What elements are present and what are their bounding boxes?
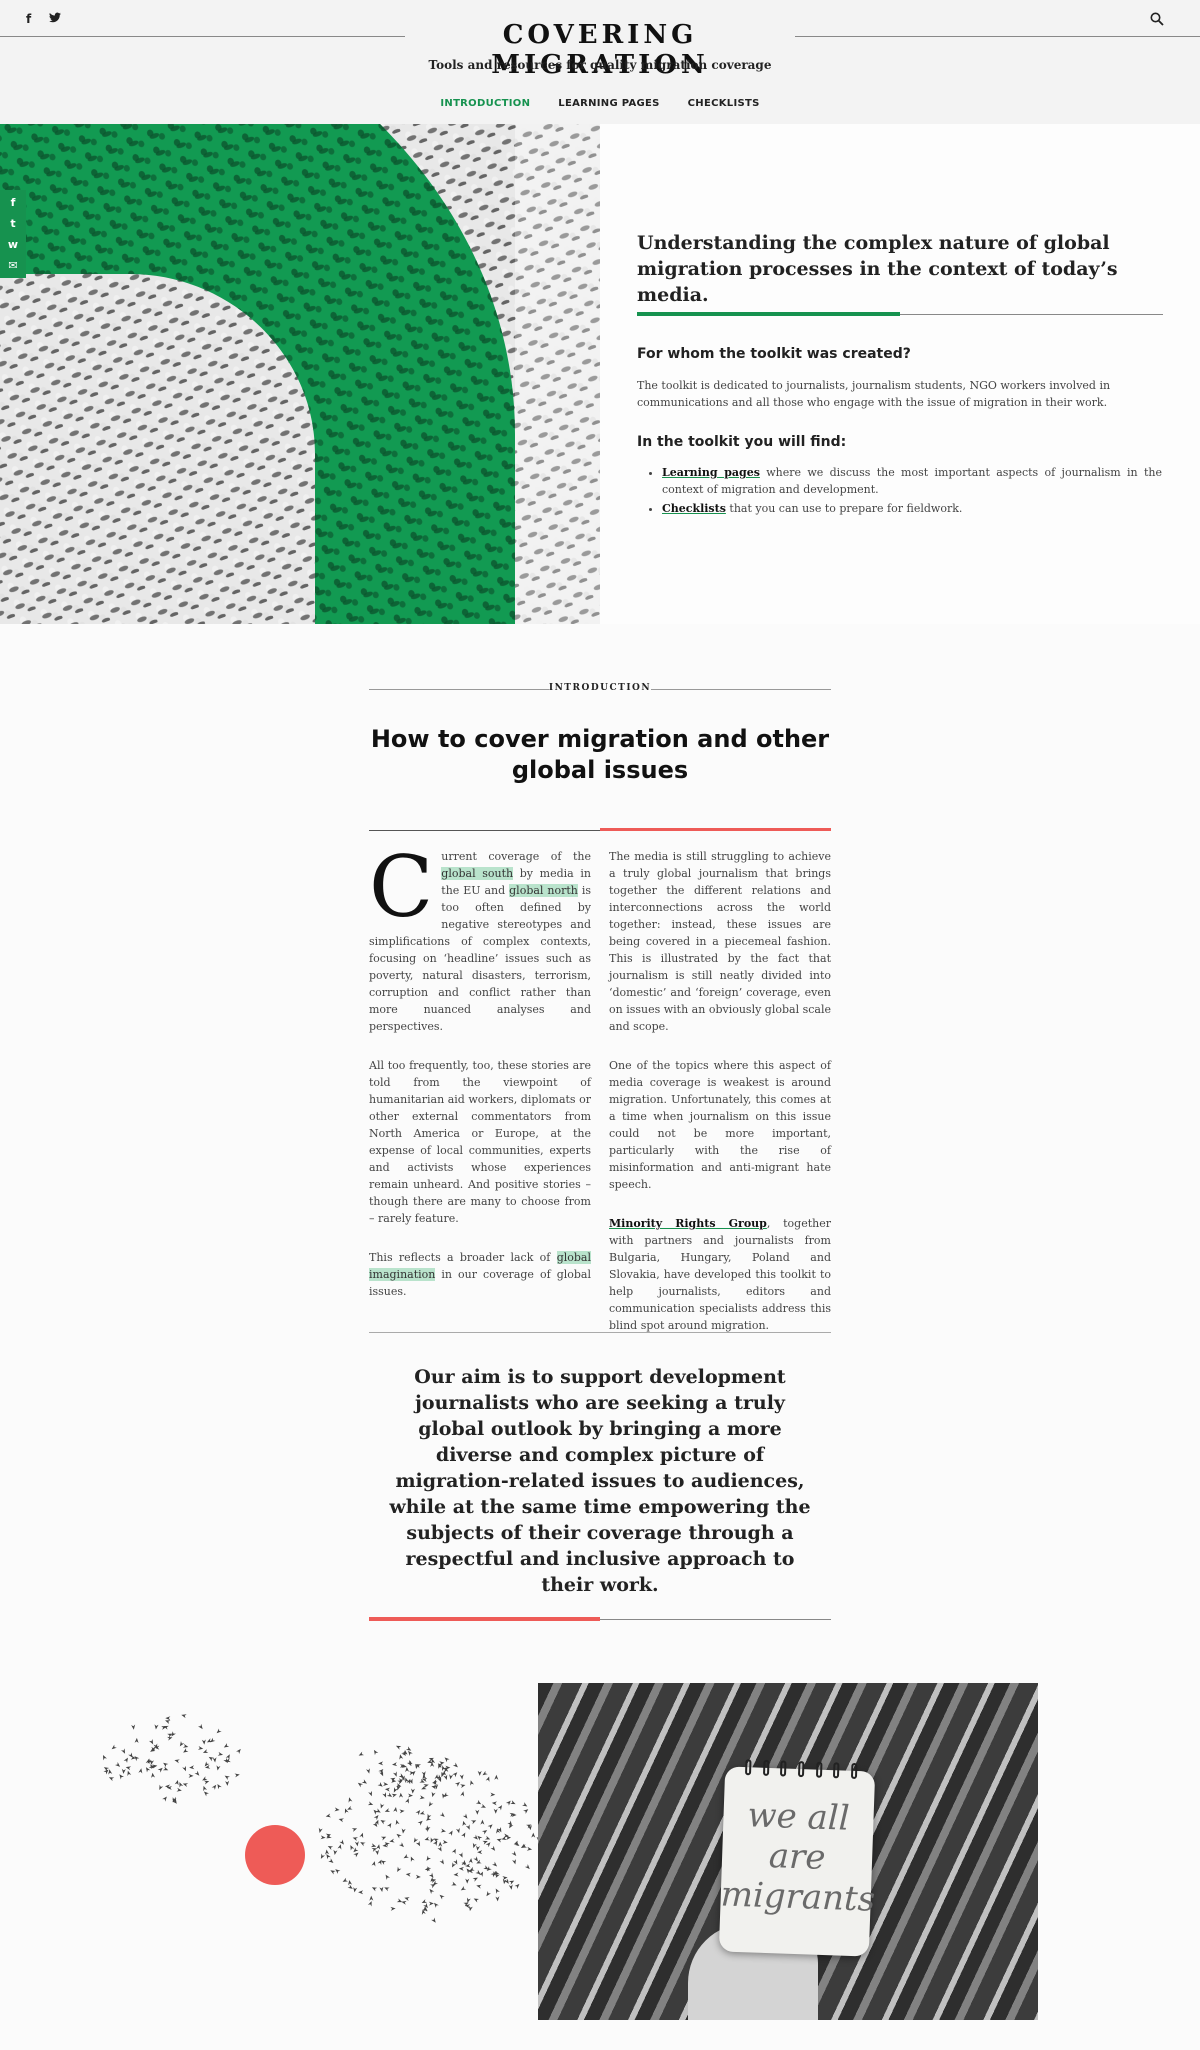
highlight-global-south[interactable]: global south xyxy=(441,867,514,880)
email-icon[interactable]: ✉ xyxy=(8,257,17,274)
red-dot xyxy=(245,1825,305,1885)
pull-quote: Our aim is to support development journa… xyxy=(389,1366,811,1596)
section-label: INTRODUCTION xyxy=(369,682,831,698)
quote-divider-top xyxy=(369,1332,831,1333)
text: This reflects a broader lack of xyxy=(369,1251,557,1264)
section-label-text: INTRODUCTION xyxy=(548,683,652,693)
text: , together with partners and journalists… xyxy=(609,1217,831,1332)
minority-rights-group-link[interactable]: Minority Rights Group xyxy=(609,1217,767,1230)
we-all-are-migrants-photo: we all are migrants xyxy=(538,1683,1038,2020)
label-rule-right xyxy=(651,689,831,690)
main-nav: INTRODUCTION LEARNING PAGES CHECKLISTS xyxy=(0,98,1200,109)
share-bar: f t w ✉ xyxy=(0,190,26,278)
article-column-left: Current coverage of the global south by … xyxy=(369,838,591,1322)
note-line: are xyxy=(768,1836,827,1878)
paragraph: Current coverage of the global south by … xyxy=(369,838,591,1035)
paragraph: The media is still struggling to achieve… xyxy=(609,850,831,1033)
paragraph: All too frequently, too, these stories a… xyxy=(369,1059,591,1225)
for-whom-heading: For whom the toolkit was created? xyxy=(637,346,911,362)
toolkit-list: Learning pages where we discuss the most… xyxy=(662,464,1162,519)
nav-introduction[interactable]: INTRODUCTION xyxy=(440,98,530,109)
nav-checklists[interactable]: CHECKLISTS xyxy=(688,98,760,109)
paragraph: One of the topics where this aspect of m… xyxy=(609,1059,831,1191)
birds-illustration xyxy=(100,1700,542,1960)
list-item: Learning pages where we discuss the most… xyxy=(662,464,1162,498)
site-tagline: Tools and resources for quality migratio… xyxy=(428,58,772,72)
for-whom-text: The toolkit is dedicated to journalists,… xyxy=(637,379,1111,409)
search-icon[interactable] xyxy=(1150,11,1164,26)
quote-divider-accent xyxy=(369,1617,600,1621)
find-heading: In the toolkit you will find: xyxy=(637,434,847,450)
whatsapp-icon[interactable]: w xyxy=(8,236,18,253)
article-divider-accent xyxy=(600,828,831,831)
note-line: we all xyxy=(746,1795,851,1839)
nav-learning-pages[interactable]: LEARNING PAGES xyxy=(558,98,659,109)
notepad: we all are migrants xyxy=(718,1759,876,1957)
paragraph: Minority Rights Group, together with par… xyxy=(609,1215,831,1334)
social-links: f xyxy=(26,12,62,26)
dropcap: C xyxy=(369,838,434,936)
facebook-icon[interactable]: f xyxy=(11,194,16,211)
notepad-rings xyxy=(744,1759,858,1780)
hero-heading: Understanding the complex nature of glob… xyxy=(637,232,1118,306)
twitter-icon[interactable]: t xyxy=(10,215,15,232)
header-rule-right xyxy=(795,36,1200,37)
learning-pages-link[interactable]: Learning pages xyxy=(662,466,760,479)
hero-crowd-image xyxy=(0,124,600,624)
article-column-right: The media is still struggling to achieve… xyxy=(609,848,831,1356)
notepad-text: we all are migrants xyxy=(720,1794,876,1920)
list-item-text: that you can use to prepare for fieldwor… xyxy=(725,502,963,515)
intro-title: How to cover migration and other global … xyxy=(370,725,830,784)
highlight-global-north[interactable]: global north xyxy=(509,884,578,897)
note-line: migrants xyxy=(720,1874,876,1920)
list-item: Checklists that you can use to prepare f… xyxy=(662,500,1162,517)
checklists-link[interactable]: Checklists xyxy=(662,502,726,515)
paragraph: This reflects a broader lack of global i… xyxy=(369,1249,591,1300)
hero-text-panel: Understanding the complex nature of glob… xyxy=(600,124,1200,624)
twitter-icon[interactable] xyxy=(49,12,62,26)
header-rule-left xyxy=(0,36,405,37)
text: urrent coverage of the xyxy=(441,850,591,863)
hero-divider-accent xyxy=(637,312,900,316)
site-header: f COVERING MIGRATION Tools and resources… xyxy=(0,0,1200,124)
facebook-icon[interactable]: f xyxy=(26,12,31,26)
